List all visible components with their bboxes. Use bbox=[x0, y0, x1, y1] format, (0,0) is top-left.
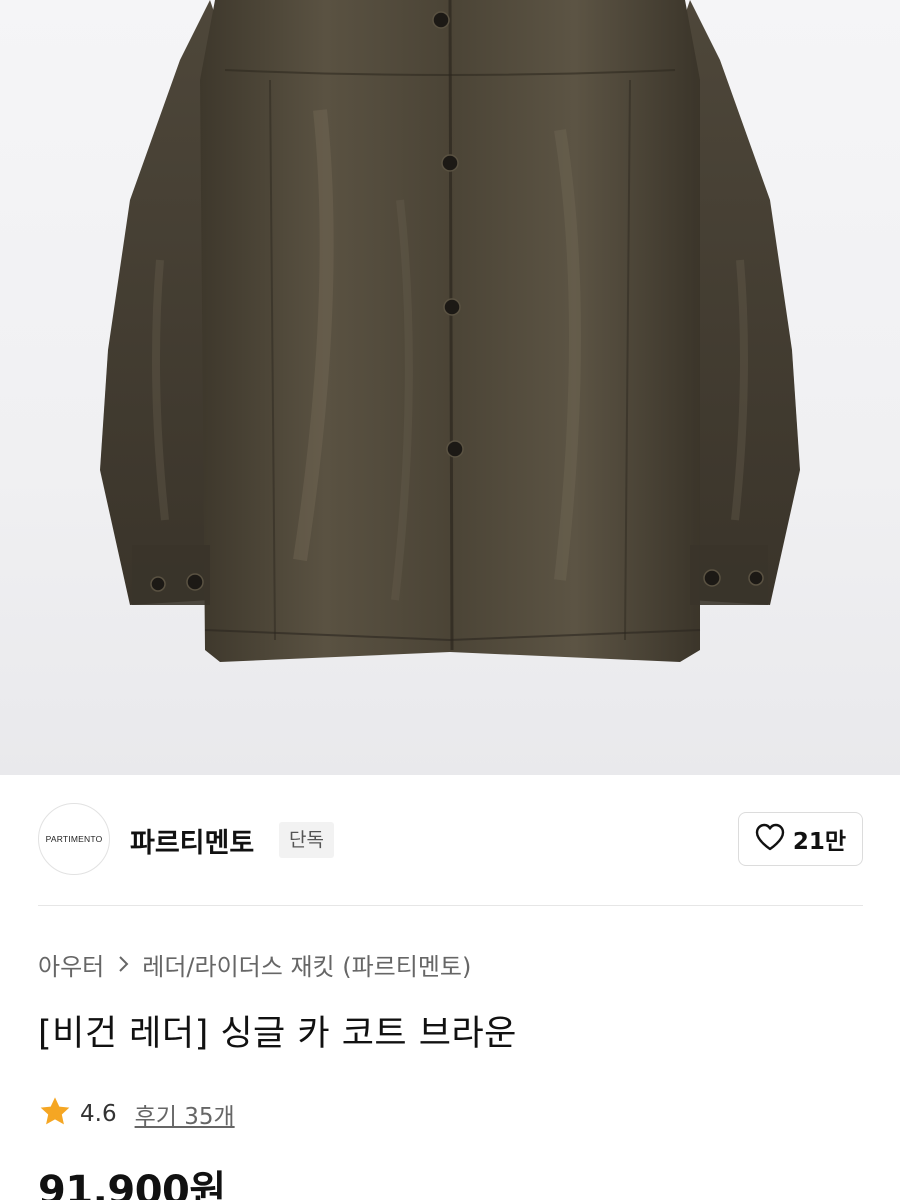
product-detail-page: PARTIMENTO 파르티멘토 단독 21만 아우터 레더/라이더스 재킷 (… bbox=[0, 0, 900, 1200]
rating-score: 4.6 bbox=[80, 1101, 117, 1127]
coat-illustration bbox=[100, 0, 800, 662]
like-button[interactable]: 21만 bbox=[738, 812, 863, 866]
rating-row: 4.6 후기 35개 bbox=[38, 1094, 235, 1134]
product-image[interactable] bbox=[0, 0, 900, 775]
like-count: 21만 bbox=[792, 829, 847, 855]
divider bbox=[38, 905, 863, 906]
heart-icon bbox=[755, 823, 785, 855]
brand-logo-text: PARTIMENTO bbox=[45, 834, 103, 844]
reviews-link[interactable]: 후기 35개 bbox=[135, 1097, 235, 1131]
brand-name[interactable]: 파르티멘토 bbox=[130, 821, 254, 860]
star-icon bbox=[38, 1096, 72, 1132]
chevron-right-icon bbox=[118, 955, 130, 973]
product-title: [비건 레더] 싱글 카 코트 브라운 bbox=[38, 1014, 517, 1054]
brand-logo[interactable]: PARTIMENTO bbox=[38, 803, 110, 875]
product-price: 91,900원 bbox=[38, 1168, 226, 1200]
brand-row: PARTIMENTO 파르티멘토 단독 21만 bbox=[38, 803, 863, 875]
breadcrumb-category[interactable]: 아우터 bbox=[38, 947, 104, 982]
breadcrumb: 아우터 레더/라이더스 재킷 (파르티멘토) bbox=[38, 944, 471, 984]
breadcrumb-subcategory[interactable]: 레더/라이더스 재킷 (파르티멘토) bbox=[142, 947, 471, 982]
exclusive-badge: 단독 bbox=[279, 822, 334, 858]
